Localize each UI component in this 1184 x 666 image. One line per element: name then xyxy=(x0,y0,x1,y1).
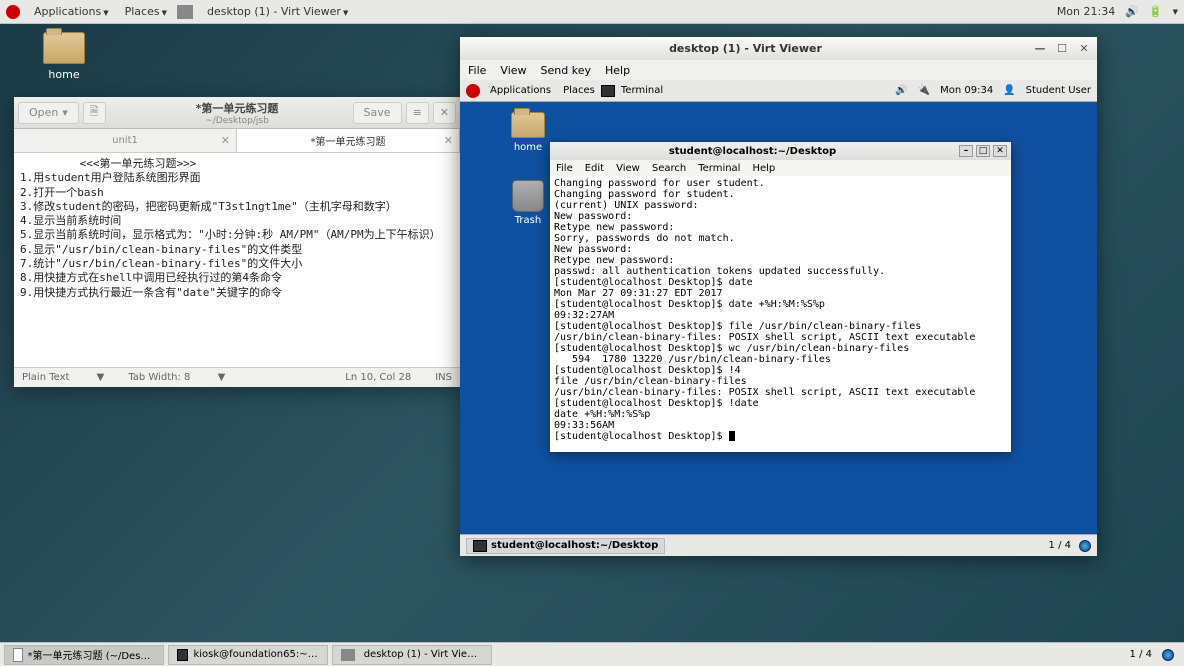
clock[interactable]: Mon 21:34 xyxy=(1057,5,1115,18)
guest-desktop[interactable]: home Trash student@localhost:~/Desktop –… xyxy=(460,102,1097,534)
minimize-button[interactable]: — xyxy=(1033,42,1047,56)
volume-icon[interactable]: 🔊 xyxy=(1125,5,1139,18)
menu-help[interactable]: Help xyxy=(605,64,630,77)
menu-view[interactable]: View xyxy=(616,163,640,174)
folder-icon xyxy=(511,112,545,138)
guest-term-body[interactable]: Changing password for user student. Chan… xyxy=(550,176,1011,452)
gedit-header: Open▼ 🗎 *第一单元练习题 ~/Desktop/jsb Save ≡ ✕ xyxy=(14,97,460,129)
virt-viewer-window: desktop (1) - Virt Viewer — ☐ ✕ File Vie… xyxy=(460,37,1097,556)
lang-selector[interactable]: Plain Text ▼ xyxy=(22,372,104,383)
running-app-menu[interactable]: desktop (1) - Virt Viewer▼ xyxy=(201,3,354,20)
workspace-indicator[interactable]: 1 / 4 xyxy=(1049,540,1071,551)
tab-exercise[interactable]: *第一单元练习题 ✕ xyxy=(237,129,460,152)
close-icon[interactable]: ✕ xyxy=(221,134,230,147)
save-button[interactable]: Save xyxy=(353,102,402,124)
battery-icon[interactable]: 🔌 xyxy=(918,85,930,96)
close-button[interactable]: ✕ xyxy=(993,145,1007,157)
workspace-switcher-icon[interactable] xyxy=(1162,649,1174,661)
minimize-button[interactable]: – xyxy=(959,145,973,157)
taskbar-item-kiosk-term[interactable]: kiosk@foundation65:~/Desktop xyxy=(168,645,328,665)
maximize-button[interactable]: □ xyxy=(976,145,990,157)
workspace-switcher-icon[interactable] xyxy=(1079,540,1091,552)
menu-search[interactable]: Search xyxy=(652,163,686,174)
menu-help[interactable]: Help xyxy=(752,163,775,174)
trash-icon xyxy=(512,180,544,212)
guest-clock[interactable]: Mon 09:34 xyxy=(940,85,993,96)
cursor-position: Ln 10, Col 28 xyxy=(345,372,411,383)
close-button[interactable]: ✕ xyxy=(1077,42,1091,56)
tab-width-selector[interactable]: Tab Width: 8 ▼ xyxy=(128,372,225,383)
desktop-icon-label: home xyxy=(34,68,94,81)
menu-send-key[interactable]: Send key xyxy=(541,64,591,77)
close-window-button[interactable]: ✕ xyxy=(433,102,456,124)
distro-icon xyxy=(466,84,480,98)
taskbar-item-virtviewer[interactable]: desktop (1) - Virt Viewer xyxy=(332,645,492,665)
virt-display[interactable]: Applications Places Terminal 🔊 🔌 Mon 09:… xyxy=(460,80,1097,556)
guest-terminal-window: student@localhost:~/Desktop – □ ✕ File E… xyxy=(550,142,1011,452)
document-icon xyxy=(13,648,23,662)
guest-terminal-menu[interactable]: Terminal xyxy=(615,83,669,98)
battery-icon[interactable]: 🔋 xyxy=(1149,5,1163,18)
workspace-indicator[interactable]: 1 / 4 xyxy=(1130,649,1152,660)
guest-top-panel: Applications Places Terminal 🔊 🔌 Mon 09:… xyxy=(460,80,1097,102)
terminal-icon xyxy=(177,649,188,661)
guest-places-menu[interactable]: Places xyxy=(557,83,601,98)
guest-bottom-panel: student@localhost:~/Desktop 1 / 4 xyxy=(460,534,1097,556)
close-icon[interactable]: ✕ xyxy=(444,134,453,147)
user-icon: 👤 xyxy=(1003,85,1015,96)
terminal-icon xyxy=(601,85,615,97)
host-bottom-panel: *第一单元练习题 (~/Desktop/jsb) ... kiosk@found… xyxy=(0,642,1184,666)
guest-applications-menu[interactable]: Applications xyxy=(484,83,557,98)
guest-term-titlebar[interactable]: student@localhost:~/Desktop – □ ✕ xyxy=(550,142,1011,160)
desktop-home-folder[interactable]: home xyxy=(34,32,94,81)
menu-file[interactable]: File xyxy=(556,163,573,174)
gedit-statusbar: Plain Text ▼ Tab Width: 8 ▼ Ln 10, Col 2… xyxy=(14,367,460,387)
guest-taskbar-item[interactable]: student@localhost:~/Desktop xyxy=(466,538,665,554)
running-app-icon xyxy=(177,5,193,19)
host-top-panel: Applications▼ Places▼ desktop (1) - Virt… xyxy=(0,0,1184,24)
virt-titlebar[interactable]: desktop (1) - Virt Viewer — ☐ ✕ xyxy=(460,37,1097,60)
gedit-window: Open▼ 🗎 *第一单元练习题 ~/Desktop/jsb Save ≡ ✕ … xyxy=(14,97,460,387)
guest-user-menu[interactable]: Student User xyxy=(1026,85,1091,96)
gedit-text-area[interactable]: <<<第一单元练习题>>> 1.用student用户登陆系统图形界面 2.打开一… xyxy=(14,153,460,367)
tab-unit1[interactable]: unit1 ✕ xyxy=(14,129,237,152)
gedit-tabbar: unit1 ✕ *第一单元练习题 ✕ xyxy=(14,129,460,153)
places-menu[interactable]: Places▼ xyxy=(119,3,173,20)
guest-desktop-root: Applications Places Terminal 🔊 🔌 Mon 09:… xyxy=(460,80,1097,556)
menu-view[interactable]: View xyxy=(500,64,526,77)
folder-icon xyxy=(43,32,85,64)
new-tab-button[interactable]: 🗎 xyxy=(83,102,106,124)
menu-file[interactable]: File xyxy=(468,64,486,77)
maximize-button[interactable]: ☐ xyxy=(1055,42,1069,56)
guest-home-folder[interactable]: home xyxy=(500,112,556,153)
taskbar-item-gedit[interactable]: *第一单元练习题 (~/Desktop/jsb) ... xyxy=(4,645,164,665)
volume-icon[interactable]: 🔊 xyxy=(895,85,907,96)
menu-edit[interactable]: Edit xyxy=(585,163,604,174)
menu-terminal[interactable]: Terminal xyxy=(698,163,740,174)
app-icon xyxy=(341,649,355,661)
guest-trash[interactable]: Trash xyxy=(500,180,556,226)
guest-term-menubar: File Edit View Search Terminal Help xyxy=(550,160,1011,176)
open-button[interactable]: Open▼ xyxy=(18,102,79,124)
distro-icon xyxy=(6,5,20,19)
applications-menu[interactable]: Applications▼ xyxy=(28,3,115,20)
virt-menubar: File View Send key Help xyxy=(460,60,1097,80)
terminal-icon xyxy=(473,540,487,552)
insert-mode[interactable]: INS xyxy=(435,372,452,383)
user-menu-arrow[interactable]: ▼ xyxy=(1173,8,1178,16)
hamburger-button[interactable]: ≡ xyxy=(406,102,429,124)
